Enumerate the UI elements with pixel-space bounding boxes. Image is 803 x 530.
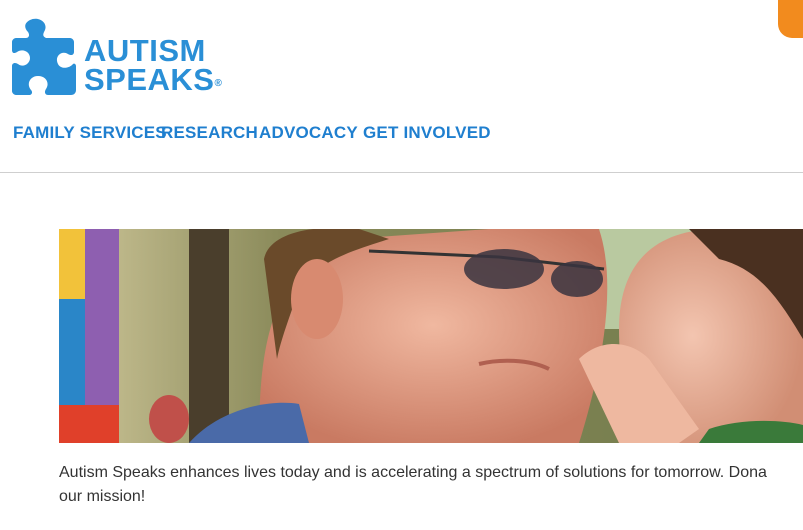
nav-family-services[interactable]: FAMILY SERVICES (13, 123, 167, 143)
mission-line-1: Autism Speaks enhances lives today and i… (59, 464, 767, 481)
logo-line-autism: AUTISM (84, 33, 206, 68)
nav-research[interactable]: RESEARCH (161, 123, 258, 143)
logo-wordmark: AUTISM SPEAKS® (84, 33, 223, 97)
mission-line-2: our mission! (59, 488, 146, 505)
puzzle-piece-icon (12, 18, 76, 96)
hero-image (59, 229, 803, 443)
orange-corner-button[interactable] (778, 0, 803, 38)
mission-statement: Autism Speaks enhances lives today and i… (59, 461, 803, 509)
hero-photo-illustration (59, 229, 803, 443)
nav-advocacy[interactable]: ADVOCACY (259, 123, 358, 143)
registered-mark: ® (214, 78, 223, 89)
logo-speaks-text: SPEAKS (84, 62, 215, 97)
nav-get-involved[interactable]: GET INVOLVED (363, 123, 491, 143)
logo-line-speaks: SPEAKS® (84, 62, 223, 97)
site-header: AUTISM SPEAKS® FAMILY SERVICES RESEARCH … (0, 0, 803, 173)
